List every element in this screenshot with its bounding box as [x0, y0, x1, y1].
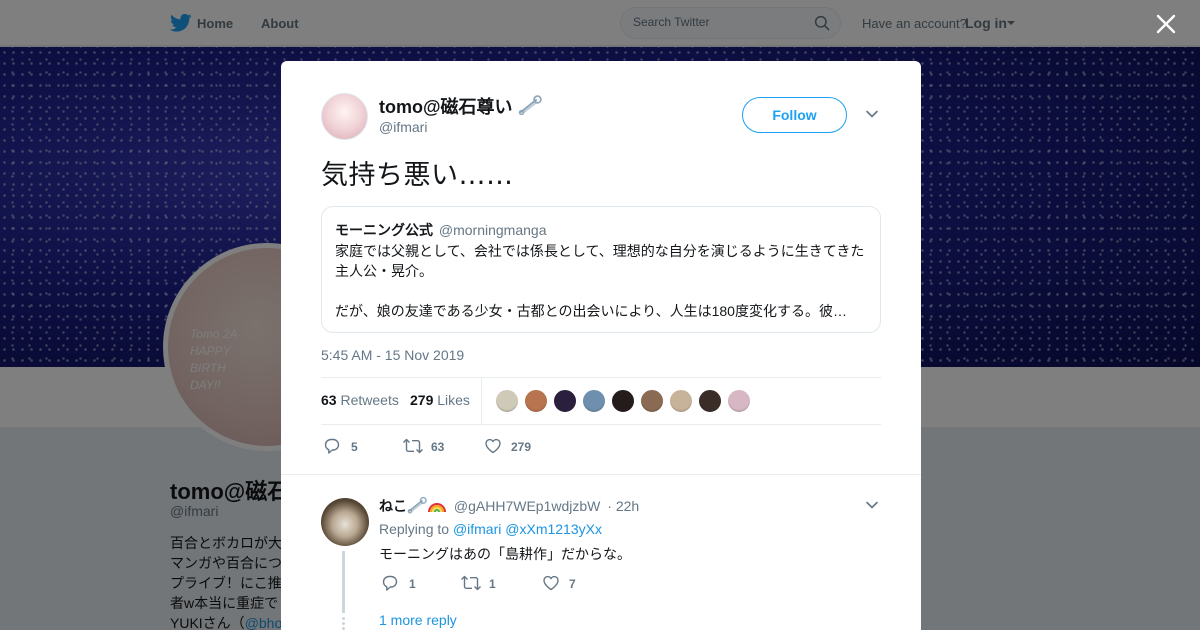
retweet-icon: [403, 438, 423, 454]
close-icon[interactable]: [1156, 14, 1176, 34]
thread-line: [342, 551, 345, 613]
tweet-text: 気持ち悪い……: [321, 160, 514, 191]
quoted-author-handle: @morningmanga: [438, 222, 547, 238]
likes-count: 279: [410, 392, 434, 408]
like-count: 279: [511, 440, 532, 454]
safety-pin-emoji-icon: [407, 496, 427, 514]
quoted-author-name: モーニング公式: [335, 222, 433, 238]
reply-author-avatar[interactable]: [321, 498, 369, 546]
reply-icon: [382, 575, 398, 591]
replying-to: Replying to @ifmari @xXm1213yXx: [379, 521, 602, 537]
retweet-count: 1: [489, 577, 496, 591]
liker-avatar[interactable]: [669, 389, 693, 413]
likes-label: Likes: [437, 392, 470, 408]
mention-link[interactable]: @xXm1213yXx: [505, 521, 602, 537]
liker-avatar[interactable]: [495, 389, 519, 413]
thread-continuation-dots: [342, 616, 345, 630]
retweet-icon: [461, 575, 481, 591]
quoted-line: 主人公・晃介。: [335, 263, 433, 279]
quoted-tweet-header: モーニング公式 @morningmanga: [335, 220, 547, 240]
reply-author-name[interactable]: ねこ: [379, 498, 407, 514]
author-name-text: tomo@磁石尊い: [379, 97, 513, 117]
author-name[interactable]: tomo@磁石尊い: [379, 93, 542, 119]
heart-icon: [485, 438, 501, 454]
liker-avatar[interactable]: [698, 389, 722, 413]
reply-time[interactable]: · 22h: [607, 498, 639, 514]
reply-count: 1: [409, 577, 416, 591]
retweets-label: Retweets: [340, 392, 399, 408]
liker-avatar[interactable]: [727, 389, 751, 413]
like-action[interactable]: 279: [484, 437, 544, 457]
liker-avatar[interactable]: [611, 389, 635, 413]
quoted-line-break: [335, 281, 871, 301]
liker-avatar[interactable]: [553, 389, 577, 413]
reply-text: モーニングはあの「島耕作」だからな。: [379, 546, 631, 562]
quoted-tweet[interactable]: モーニング公式 @morningmanga 家庭では父親として、会社では係長とし…: [321, 206, 881, 333]
safety-pin-emoji-icon: [518, 95, 542, 115]
retweets-count: 63: [321, 392, 337, 408]
liker-avatar[interactable]: [524, 389, 548, 413]
divider: [321, 424, 881, 425]
retweet-action[interactable]: 1: [460, 574, 510, 594]
quoted-line: 家庭では父親として、会社では係長として、理想的な自分を演じるように生きてきた: [335, 243, 865, 259]
chevron-down-icon[interactable]: [866, 110, 878, 118]
retweets-stat[interactable]: 63 Retweets: [321, 392, 399, 408]
like-count: 7: [569, 577, 576, 591]
retweet-action[interactable]: 63: [402, 437, 462, 457]
divider: [321, 377, 881, 378]
chevron-down-icon[interactable]: [866, 501, 878, 509]
mention-link[interactable]: @ifmari: [453, 521, 501, 537]
author-avatar[interactable]: [321, 93, 368, 140]
reply-action[interactable]: 1: [381, 574, 431, 594]
stats-separator: [481, 377, 482, 425]
quoted-tweet-text: 家庭では父親として、会社では係長として、理想的な自分を演じるように生きてきた 主…: [335, 241, 871, 321]
follow-button[interactable]: Follow: [742, 97, 847, 133]
tweet-modal: tomo@磁石尊い @ifmari Follow 気持ち悪い…… モーニング公式…: [281, 61, 921, 630]
reply-author-handle[interactable]: @gAHH7WEp1wdjzbW: [454, 498, 600, 514]
retweet-count: 63: [431, 440, 445, 454]
section-divider: [281, 474, 921, 475]
reply-icon: [324, 438, 340, 454]
reply-header: ねこ @gAHH7WEp1wdjzbW · 22h: [379, 496, 639, 516]
liker-avatar[interactable]: [582, 389, 606, 413]
liker-avatar[interactable]: [640, 389, 664, 413]
like-action[interactable]: 7: [542, 574, 592, 594]
reply-count: 5: [351, 440, 358, 454]
heart-icon: [543, 575, 559, 591]
reply-action[interactable]: 5: [323, 437, 373, 457]
quoted-line: だが、娘の友達である少女・古都との出会いにより、人生は180度変化する。彼…: [335, 303, 847, 319]
replying-to-label: Replying to: [379, 521, 450, 537]
rainbow-emoji-icon: [428, 503, 446, 513]
author-handle[interactable]: @ifmari: [379, 119, 427, 135]
tweet-timestamp[interactable]: 5:45 AM - 15 Nov 2019: [321, 347, 464, 363]
more-replies-link[interactable]: 1 more reply: [379, 612, 457, 628]
likes-stat[interactable]: 279 Likes: [410, 392, 470, 408]
